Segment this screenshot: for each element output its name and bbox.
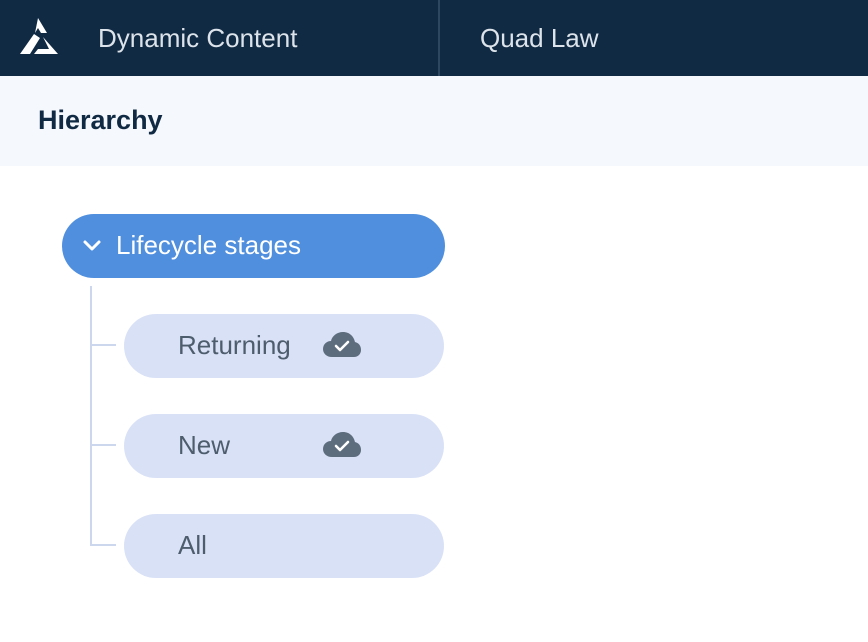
- hierarchy-tree: Lifecycle stages Returning New All: [0, 166, 868, 642]
- cloud-check-icon: [323, 332, 361, 357]
- tree-connector-vertical: [90, 286, 92, 546]
- tree-node-label: Returning: [178, 330, 291, 360]
- app-title[interactable]: Dynamic Content: [98, 0, 297, 76]
- tree-node-label: All: [178, 530, 207, 560]
- brand-logo-icon[interactable]: [16, 16, 60, 56]
- tree-connector-horizontal: [90, 544, 116, 546]
- tree-node-new[interactable]: New: [124, 414, 444, 478]
- tree-node-all[interactable]: All: [124, 514, 444, 578]
- page-header: Hierarchy: [0, 76, 868, 166]
- tree-node-returning[interactable]: Returning: [124, 314, 444, 378]
- tree-node-lifecycle-stages[interactable]: Lifecycle stages: [62, 214, 445, 278]
- account-name[interactable]: Quad Law: [480, 0, 599, 76]
- topbar-divider: [438, 0, 440, 76]
- chevron-down-icon[interactable]: [80, 234, 104, 258]
- tree-node-label: New: [178, 430, 231, 460]
- tree-connector-horizontal: [90, 444, 116, 446]
- cloud-check-icon: [323, 432, 361, 457]
- top-navigation-bar: Dynamic Content Quad Law: [0, 0, 868, 76]
- page-title: Hierarchy: [38, 105, 163, 135]
- tree-connector-horizontal: [90, 344, 116, 346]
- tree-node-label: Lifecycle stages: [116, 230, 301, 260]
